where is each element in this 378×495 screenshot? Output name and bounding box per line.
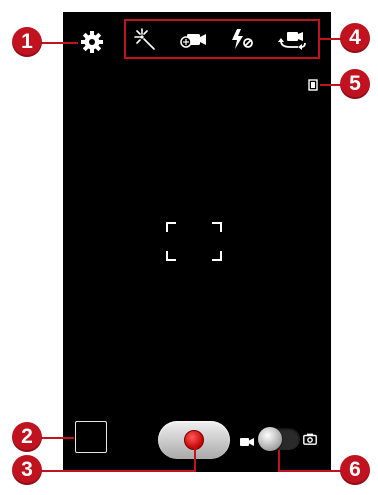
recording-mode-button[interactable] [178, 27, 206, 51]
callout-3-leader-h [40, 470, 196, 472]
callout-3-leader-v [194, 446, 196, 470]
video-mode-indicator [240, 434, 254, 446]
callout-1: 1 [12, 27, 42, 57]
focus-corner-tr [212, 222, 222, 232]
flash-off-icon [232, 29, 253, 49]
callout-3: 3 [12, 455, 42, 485]
focus-corner-br [212, 251, 222, 261]
video-camera-icon [240, 438, 254, 446]
image-viewer-thumbnail[interactable] [75, 421, 107, 453]
storage-indicator [308, 78, 318, 91]
storage-memory-icon [308, 79, 318, 91]
camera-mode-switch[interactable] [258, 427, 300, 451]
callout-6-leader-v [278, 450, 280, 470]
sparkle-effects-icon [134, 28, 155, 50]
callout-6-leader-h [278, 470, 342, 472]
effects-button[interactable] [132, 27, 160, 51]
settings-button[interactable] [80, 30, 104, 54]
callout-1-leader [40, 42, 78, 44]
photo-mode-indicator [303, 432, 317, 445]
camera-viewfinder[interactable] [63, 12, 331, 472]
callout-6: 6 [340, 455, 370, 485]
camcorder-mode-icon [180, 34, 206, 48]
camera-icon [303, 433, 317, 445]
callout-2: 2 [12, 422, 42, 452]
callout-2-leader [40, 437, 74, 439]
focus-corner-bl [166, 251, 176, 261]
gear-icon [81, 31, 103, 53]
focus-corner-tl [166, 222, 176, 232]
mode-switch-knob[interactable] [258, 427, 282, 451]
switch-camera-icon [278, 32, 306, 50]
camera-manual-illustration: 1 2 3 4 5 6 [0, 0, 378, 495]
callout-5: 5 [340, 69, 370, 99]
callout-4: 4 [340, 23, 370, 53]
flash-button[interactable] [228, 27, 256, 51]
switch-camera-button[interactable] [278, 27, 306, 51]
